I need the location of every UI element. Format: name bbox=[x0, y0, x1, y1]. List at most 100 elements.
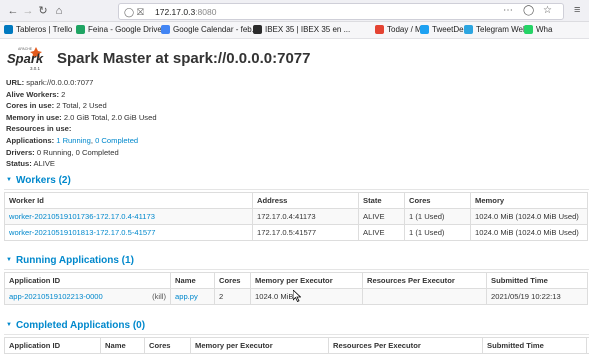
bookmark-favicon-icon bbox=[524, 25, 533, 34]
running-apps-section-toggle[interactable]: ▼ Running Applications (1) bbox=[6, 255, 134, 266]
worker-link[interactable]: worker-20210519101813-172.17.0.5-41577 bbox=[9, 228, 156, 237]
bookmark-label: IBEX 35 | IBEX 35 en ... bbox=[265, 25, 351, 34]
bookmark-label: Tableros | Trello bbox=[16, 25, 73, 34]
bookmark-favicon-icon bbox=[375, 25, 384, 34]
app-name-link[interactable]: app.py bbox=[175, 292, 198, 301]
back-arrow-icon[interactable]: ← bbox=[6, 4, 20, 18]
spark-logo[interactable]: APACHE Spark 3.0.1 bbox=[6, 44, 50, 72]
bookmark-item[interactable]: IBEX 35 | IBEX 35 en ... bbox=[253, 25, 350, 34]
shield-icon[interactable]: ◯ bbox=[124, 6, 134, 18]
summary-url: URL: spark://0.0.0.0:7077 bbox=[6, 78, 94, 87]
url-host: 172.17.0.3 bbox=[155, 7, 196, 17]
logo-word: Spark bbox=[7, 51, 44, 66]
column-header[interactable]: State bbox=[358, 192, 405, 209]
cores-cell: 1 (1 Used) bbox=[404, 224, 471, 241]
bookmark-item[interactable]: Wha bbox=[524, 25, 552, 34]
url-text[interactable]: 172.17.0.3:8080 bbox=[155, 7, 216, 17]
reload-icon[interactable]: ↻ bbox=[36, 4, 50, 18]
app-id-cell: app-20210519102213-0000 (kill) bbox=[4, 288, 171, 305]
table-row: worker-20210519101736-172.17.0.4-41173 17… bbox=[4, 208, 588, 225]
bookmark-label: Wha bbox=[536, 25, 553, 34]
kill-link[interactable]: (kill) bbox=[152, 292, 166, 301]
bookmark-favicon-icon bbox=[420, 25, 429, 34]
app-cores-cell: 2 bbox=[214, 288, 251, 305]
forward-arrow-icon[interactable]: → bbox=[21, 4, 35, 18]
collapse-triangle-icon: ▼ bbox=[6, 322, 12, 329]
column-header[interactable]: Cores bbox=[404, 192, 471, 209]
column-header[interactable]: Memory bbox=[470, 192, 588, 209]
state-cell: ALIVE bbox=[358, 208, 405, 225]
app-id-link[interactable]: app-20210519102213-0000 bbox=[9, 292, 103, 301]
column-header[interactable]: Memory per Executor bbox=[190, 337, 329, 354]
column-header[interactable]: Memory per Executor bbox=[250, 272, 363, 289]
collapse-triangle-icon: ▼ bbox=[6, 177, 12, 184]
bookmark-label: Google Calendar - feb... bbox=[173, 25, 259, 34]
completed-apps-link[interactable]: 0 Completed bbox=[95, 136, 138, 145]
bookmark-favicon-icon bbox=[161, 25, 170, 34]
column-header[interactable]: Application ID bbox=[4, 272, 171, 289]
completed-apps-table: Application ID Name Cores Memory per Execut… bbox=[4, 337, 589, 354]
app-name-cell: app.py bbox=[170, 288, 215, 305]
bookmark-item[interactable]: Telegram Web bbox=[464, 25, 527, 34]
divider bbox=[4, 269, 589, 270]
column-header[interactable]: Name bbox=[170, 272, 215, 289]
bookmark-label: Feina - Google Drive bbox=[88, 25, 162, 34]
bookmark-item[interactable]: Feina - Google Drive bbox=[76, 25, 162, 34]
bookmark-item[interactable]: Tableros | Trello bbox=[4, 25, 72, 34]
app-memory-cell: 1024.0 MiB bbox=[250, 288, 363, 305]
menu-icon[interactable]: ≡ bbox=[574, 4, 580, 16]
app-submitted-cell: 2021/05/19 10:22:13 bbox=[486, 288, 588, 305]
memory-cell: 1024.0 MiB (1024.0 MiB Used) bbox=[470, 208, 588, 225]
pocket-icon[interactable]: ◯ bbox=[523, 5, 534, 16]
summary-cores: Cores in use: 2 Total, 2 Used bbox=[6, 101, 107, 111]
spark-version: 3.0.1 bbox=[30, 66, 41, 71]
address-cell: 172.17.0.5:41577 bbox=[252, 224, 359, 241]
worker-link[interactable]: worker-20210519101736-172.17.0.4-41173 bbox=[9, 212, 155, 221]
bookmark-label: Telegram Web bbox=[476, 25, 528, 34]
column-header[interactable]: Resources Per Executor bbox=[328, 337, 483, 354]
bookmark-star-icon[interactable]: ☆ bbox=[543, 5, 552, 16]
bookmarks-bar: Tableros | Trello Feina - Google Drive Goo… bbox=[0, 22, 589, 39]
column-header[interactable]: Resources Per Executor bbox=[362, 272, 487, 289]
address-cell: 172.17.0.4:41173 bbox=[252, 208, 359, 225]
column-header[interactable]: Application ID bbox=[4, 337, 101, 354]
mouse-cursor-icon bbox=[293, 290, 301, 302]
workers-table: Worker Id Address State Cores Memory worker-… bbox=[4, 192, 588, 241]
summary-applications: Applications: 1 Running, 0 Completed bbox=[6, 135, 139, 145]
completed-apps-section-toggle[interactable]: ▼ Completed Applications (0) bbox=[6, 320, 145, 331]
insecure-lock-icon[interactable]: ⛝ bbox=[137, 6, 144, 18]
running-apps-link[interactable]: 1 Running bbox=[56, 136, 91, 145]
state-cell: ALIVE bbox=[358, 224, 405, 241]
column-header[interactable]: Worker Id bbox=[4, 192, 253, 209]
column-header[interactable]: Submitted Time bbox=[482, 337, 587, 354]
column-header[interactable]: Name bbox=[100, 337, 145, 354]
more-actions-icon[interactable]: ⋯ bbox=[503, 5, 513, 16]
cores-cell: 1 (1 Used) bbox=[404, 208, 471, 225]
bookmark-item[interactable]: Google Calendar - feb... bbox=[161, 25, 258, 34]
home-icon[interactable]: ⌂ bbox=[52, 4, 66, 18]
url-port: :8080 bbox=[195, 7, 217, 17]
table-row: worker-20210519101813-172.17.0.5-41577 17… bbox=[4, 224, 588, 241]
page-title: Spark Master at spark://0.0.0.0:7077 bbox=[57, 50, 311, 67]
summary-drivers: Drivers: 0 Running, 0 Completed bbox=[6, 147, 119, 157]
bookmark-favicon-icon bbox=[253, 25, 262, 34]
collapse-triangle-icon: ▼ bbox=[6, 257, 12, 264]
app-resources-cell bbox=[362, 288, 487, 305]
bookmark-favicon-icon bbox=[4, 25, 13, 34]
summary-alive-workers: Alive Workers: 2 bbox=[6, 89, 66, 99]
column-header[interactable]: Submitted Time bbox=[486, 272, 588, 289]
memory-cell: 1024.0 MiB (1024.0 MiB Used) bbox=[470, 224, 588, 241]
column-header[interactable]: Cores bbox=[214, 272, 251, 289]
divider bbox=[4, 334, 589, 335]
summary-memory: Memory in use: 2.0 GiB Total, 2.0 GiB Us… bbox=[6, 112, 157, 122]
worker-id-cell: worker-20210519101813-172.17.0.5-41577 bbox=[4, 224, 253, 241]
bookmark-item[interactable]: Today / Me bbox=[375, 25, 426, 34]
address-bar[interactable]: ◯ ⛝ 172.17.0.3:8080 ⋯ ◯ ☆ bbox=[118, 3, 564, 20]
bookmark-favicon-icon bbox=[464, 25, 473, 34]
master-summary: URL: spark://0.0.0.0:7077 Alive Workers:… bbox=[6, 77, 157, 170]
bookmark-favicon-icon bbox=[76, 25, 85, 34]
workers-section-toggle[interactable]: ▼ Workers (2) bbox=[6, 175, 71, 186]
column-header[interactable]: Cores bbox=[144, 337, 191, 354]
browser-toolbar: ← → ↻ ⌂ ◯ ⛝ 172.17.0.3:8080 ⋯ ◯ ☆ ≡ bbox=[0, 0, 589, 22]
column-header[interactable]: Address bbox=[252, 192, 359, 209]
